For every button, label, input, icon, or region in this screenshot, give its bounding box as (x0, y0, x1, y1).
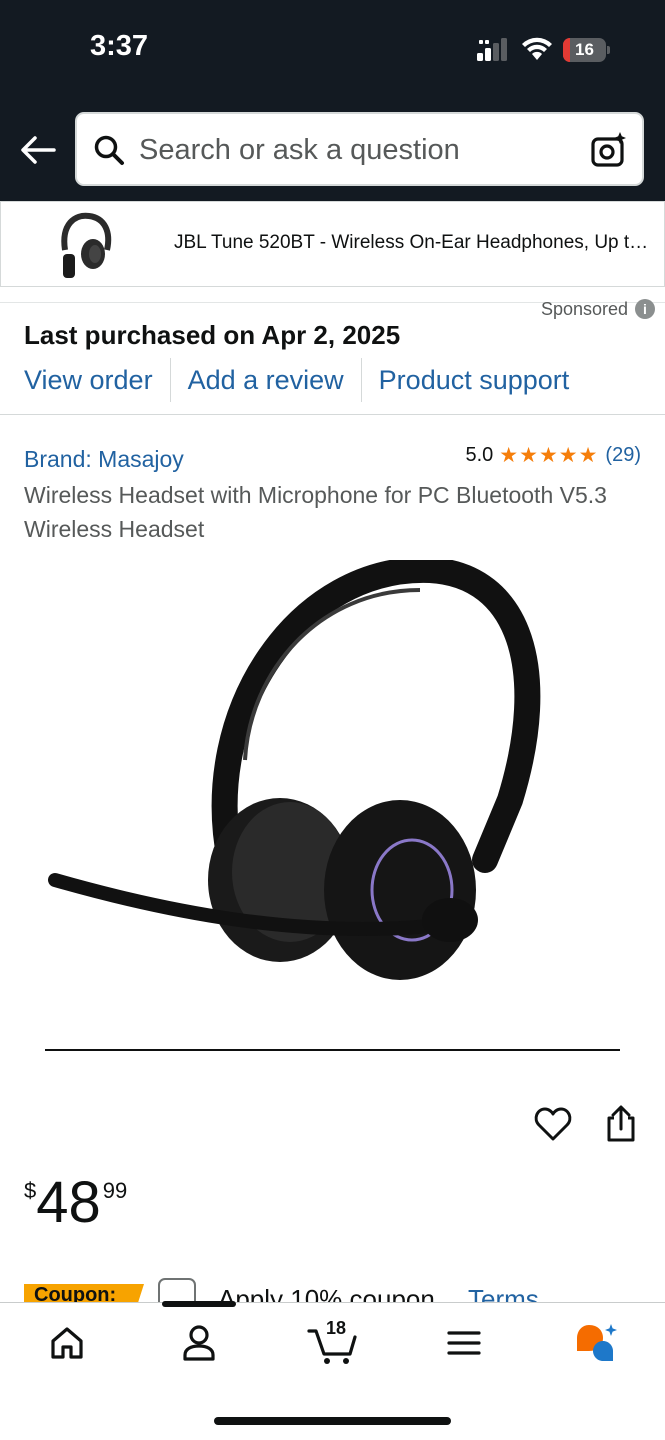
rating-value: 5.0 (465, 444, 494, 466)
app-header: 3:37 16 (0, 0, 665, 201)
product-rating[interactable]: 5.0 ★ ★ ★ ★ ★ (29) (465, 444, 641, 467)
product-headset-image[interactable] (40, 560, 580, 990)
arrow-left-icon[interactable] (18, 132, 58, 168)
star-icon: ★ (578, 444, 598, 467)
view-order-link[interactable]: View order (24, 365, 153, 396)
home-indicator (214, 1417, 451, 1425)
nav-menu[interactable] (434, 1316, 494, 1370)
star-icon: ★ (558, 444, 578, 467)
image-carousel-indicator (45, 1049, 620, 1051)
brand-link[interactable]: Brand: Masajoy (24, 446, 184, 473)
nav-cart[interactable]: 18 (302, 1316, 362, 1370)
price-fraction: 99 (102, 1178, 128, 1203)
search-bar[interactable] (75, 112, 644, 186)
home-icon[interactable] (49, 1326, 85, 1360)
product-price: $ 48 99 (24, 1172, 127, 1234)
search-input[interactable] (139, 130, 569, 170)
status-time: 3:37 (90, 30, 149, 62)
product-title: Wireless Headset with Microphone for PC … (24, 482, 607, 542)
ad-headphones-image (61, 212, 112, 278)
nav-active-indicator (162, 1301, 236, 1307)
link-separator (360, 358, 362, 402)
purchase-links: View order Add a review Product support (24, 356, 569, 404)
product-support-link[interactable]: Product support (379, 365, 570, 396)
coupon-terms-link[interactable]: Terms (468, 1284, 539, 1302)
nav-rufus[interactable] (566, 1316, 626, 1370)
star-icon: ★ (519, 444, 538, 467)
share-icon[interactable] (602, 1104, 640, 1144)
wifi-icon (522, 37, 552, 60)
account-icon[interactable] (182, 1325, 216, 1361)
rufus-assistant-icon[interactable] (573, 1323, 619, 1363)
star-icon: ★ (499, 444, 519, 467)
sponsored-ad-banner[interactable]: JBL Tune 520BT - Wireless On-Ear Headpho… (0, 201, 665, 287)
star-icon: ★ (538, 444, 558, 467)
last-purchased-title: Last purchased on Apr 2, 2025 (24, 320, 401, 350)
search-icon[interactable] (93, 134, 125, 166)
info-icon[interactable]: i (635, 299, 655, 319)
rating-stars: ★ ★ ★ ★ ★ (499, 445, 597, 466)
cellular-signal-icon (477, 38, 507, 61)
link-separator (169, 358, 171, 402)
heart-icon[interactable] (534, 1106, 572, 1142)
coupon-badge: Coupon: (24, 1284, 144, 1302)
camera-sparkle-icon[interactable] (589, 130, 629, 170)
add-review-link[interactable]: Add a review (188, 365, 344, 396)
sponsored-label: Sponsored (541, 299, 629, 319)
cart-count: 18 (326, 1318, 347, 1338)
nav-home[interactable] (37, 1316, 97, 1370)
coupon-checkbox[interactable] (158, 1278, 196, 1302)
price-whole: 48 (36, 1170, 101, 1235)
battery-level: 16 (575, 40, 594, 59)
coupon-row: Coupon: Apply 10% coupon Terms (0, 1270, 665, 1302)
divider (0, 414, 665, 415)
menu-icon[interactable] (447, 1329, 481, 1357)
price-symbol: $ (24, 1178, 37, 1203)
nav-account[interactable] (169, 1316, 229, 1370)
battery-icon: 16 (563, 38, 610, 62)
rating-count[interactable]: (29) (605, 444, 641, 467)
coupon-text[interactable]: Apply 10% coupon (218, 1284, 435, 1302)
ad-title[interactable]: JBL Tune 520BT - Wireless On-Ear Headpho… (174, 232, 654, 254)
